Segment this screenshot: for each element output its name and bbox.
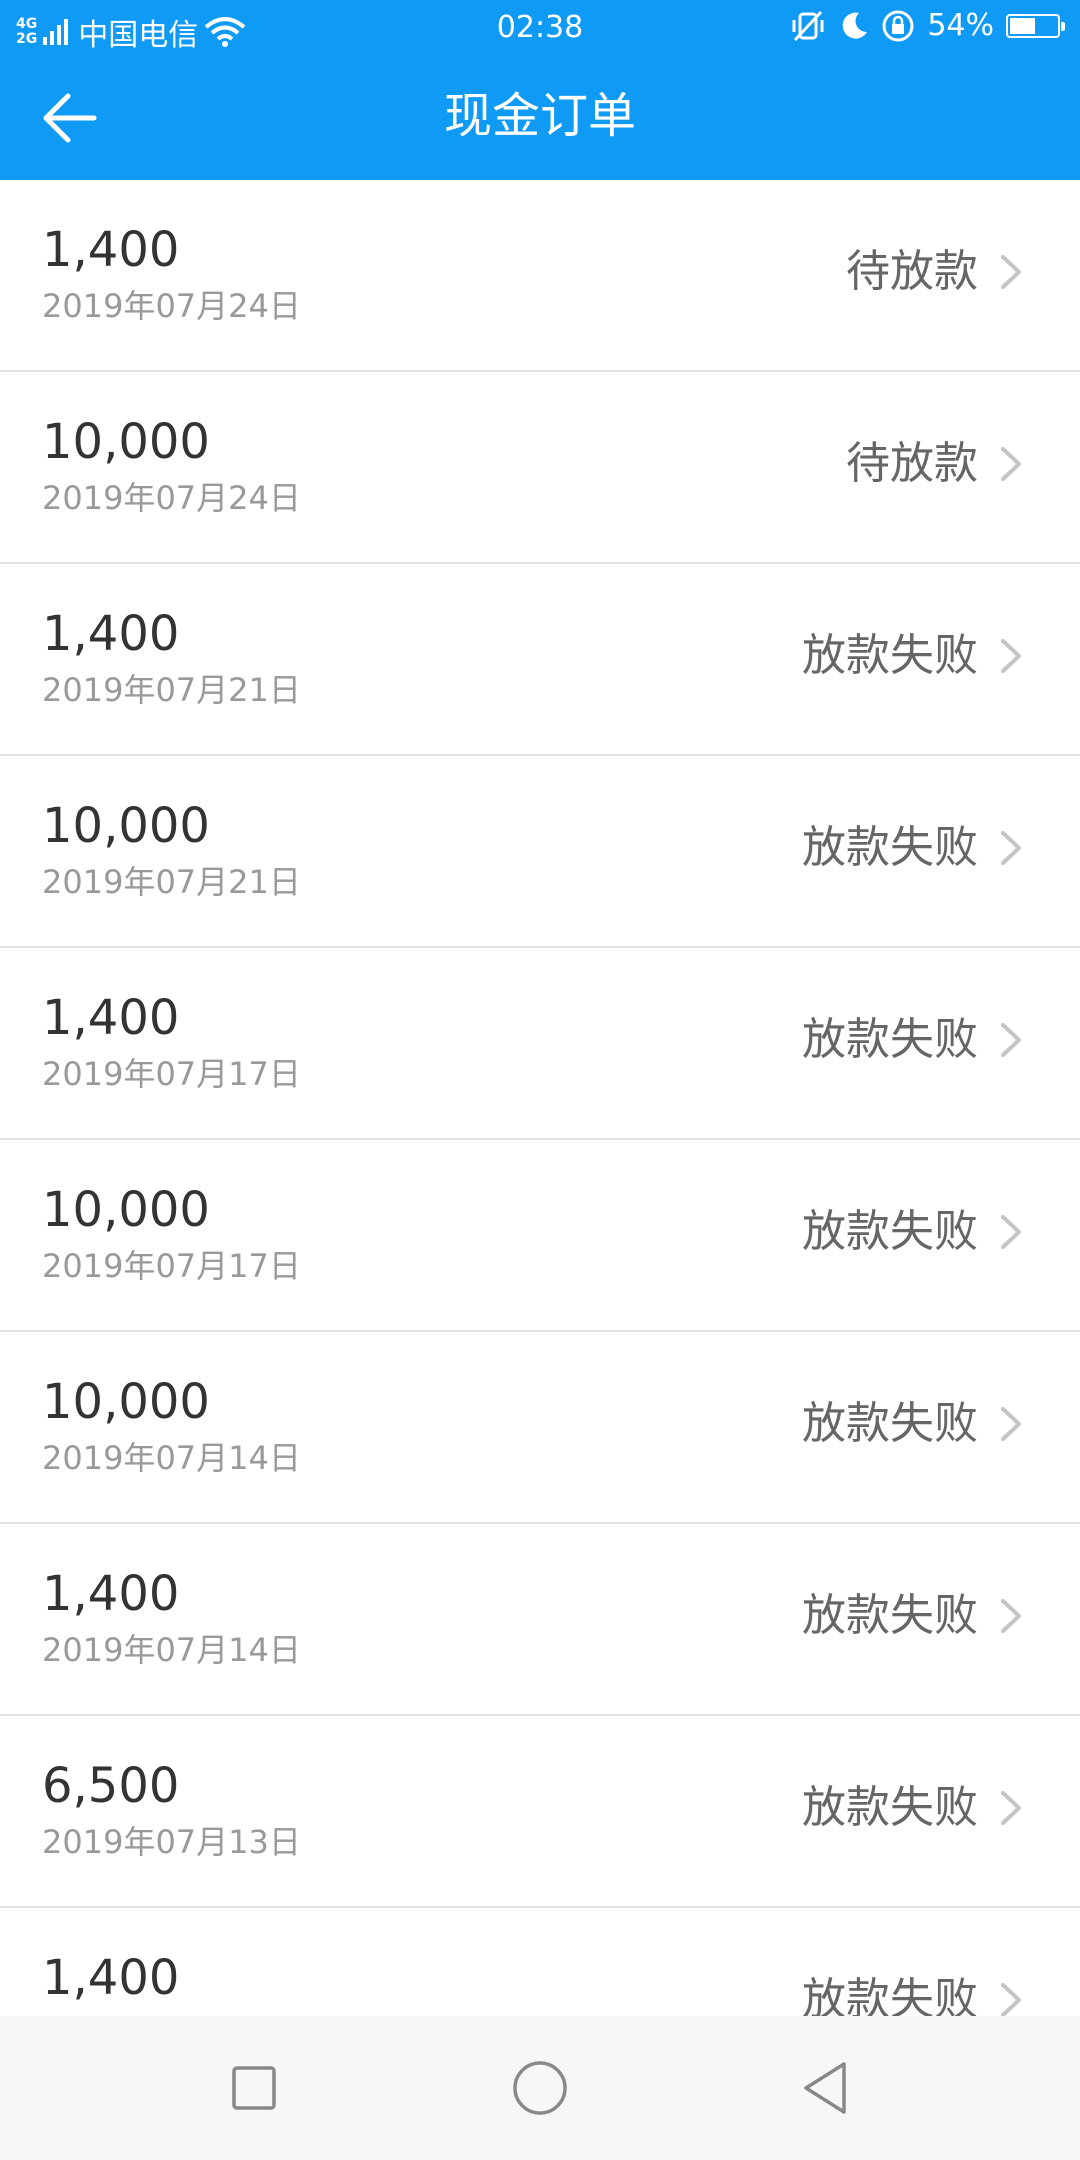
order-status: 放款失败 <box>802 1398 978 1449</box>
vibrate-mute-icon <box>792 10 824 41</box>
order-row[interactable]: 10,000 2019年07月21日 放款失败 <box>0 756 1080 948</box>
chevron-right-icon <box>1001 255 1021 289</box>
battery-percent: 54% <box>927 8 994 43</box>
order-list[interactable]: 1,400 2019年07月24日 待放款 10,000 2019年07月24日… <box>0 180 1080 2016</box>
home-circle-icon[interactable] <box>508 2056 572 2120</box>
order-status: 放款失败 <box>802 1782 978 1833</box>
order-row[interactable]: 6,500 2019年07月13日 放款失败 <box>0 1716 1080 1908</box>
order-amount: 10,000 <box>42 414 210 470</box>
order-row[interactable]: 10,000 2019年07月14日 放款失败 <box>0 1332 1080 1524</box>
order-date: 2019年07月24日 <box>42 287 301 325</box>
order-row[interactable]: 1,400 2019年07月17日 放款失败 <box>0 948 1080 1140</box>
order-date: 2019年07月17日 <box>42 1055 301 1093</box>
order-status: 放款失败 <box>802 1974 978 2016</box>
chevron-right-icon <box>1001 639 1021 673</box>
status-right: 54% <box>791 8 1065 43</box>
order-date: 2019年07月21日 <box>42 863 301 901</box>
order-date: 2019年07月14日 <box>42 1439 301 1477</box>
chevron-right-icon <box>1001 1215 1021 1249</box>
order-status: 放款失败 <box>802 1206 978 1257</box>
order-row[interactable]: 1,400 2019年07月21日 放款失败 <box>0 564 1080 756</box>
order-row[interactable]: 10,000 2019年07月17日 放款失败 <box>0 1140 1080 1332</box>
order-date: 2019年07月13日 <box>42 1823 301 1861</box>
chevron-right-icon <box>1001 1023 1021 1057</box>
chevron-right-icon <box>1001 1599 1021 1633</box>
page-title: 现金订单 <box>443 88 636 144</box>
order-status: 放款失败 <box>802 1590 978 1641</box>
chevron-right-icon <box>1001 447 1021 481</box>
order-amount: 1,400 <box>42 1950 180 2006</box>
order-row[interactable]: 1,400 2019年07月14日 放款失败 <box>0 1524 1080 1716</box>
system-nav-bar <box>0 2016 1080 2160</box>
chevron-right-icon <box>1001 831 1021 865</box>
battery-icon <box>1006 13 1065 38</box>
battery-fill <box>1010 17 1035 34</box>
order-date: 2019年07月21日 <box>42 671 301 709</box>
chevron-right-icon <box>1001 1791 1021 1825</box>
order-amount: 1,400 <box>42 222 180 278</box>
status-bar: 4G 2G 中国电信 02:38 54% <box>0 0 1080 56</box>
rotation-lock-icon <box>882 10 914 41</box>
order-status: 放款失败 <box>802 822 978 873</box>
order-row[interactable]: 1,400 2019年07月24日 待放款 <box>0 180 1080 372</box>
back-triangle-icon[interactable] <box>794 2056 858 2120</box>
order-amount: 1,400 <box>42 606 180 662</box>
order-status: 放款失败 <box>802 1014 978 1065</box>
order-status: 放款失败 <box>802 630 978 681</box>
recent-apps-icon[interactable] <box>222 2056 286 2120</box>
app-bar: 现金订单 <box>0 56 1080 180</box>
order-date: 2019年07月14日 <box>42 1631 301 1669</box>
order-row[interactable]: 1,400 放款失败 <box>0 1908 1080 2016</box>
order-amount: 10,000 <box>42 1182 210 1238</box>
order-status: 待放款 <box>846 246 978 297</box>
chevron-right-icon <box>1001 1407 1021 1441</box>
order-date: 2019年07月17日 <box>42 1247 301 1285</box>
order-status: 待放款 <box>846 438 978 489</box>
order-amount: 1,400 <box>42 990 180 1046</box>
order-date: 2019年07月24日 <box>42 479 301 517</box>
order-amount: 1,400 <box>42 1566 180 1622</box>
chevron-right-icon <box>1001 1983 1021 2016</box>
order-amount: 10,000 <box>42 798 210 854</box>
order-amount: 10,000 <box>42 1374 210 1430</box>
order-amount: 6,500 <box>42 1758 180 1814</box>
moon-icon <box>843 12 868 39</box>
order-row[interactable]: 10,000 2019年07月24日 待放款 <box>0 372 1080 564</box>
